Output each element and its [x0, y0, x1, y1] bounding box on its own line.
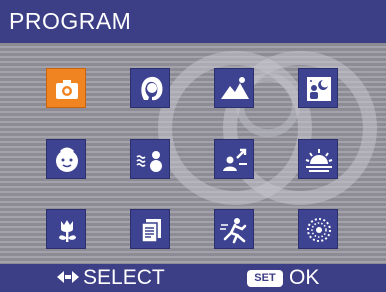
sports-icon — [223, 148, 247, 171]
landscape-icon — [221, 77, 249, 99]
title-bar: PROGRAM — [0, 0, 386, 43]
action-runner-icon — [220, 218, 247, 244]
text-icon — [141, 219, 161, 243]
mode-night-portrait[interactable] — [298, 68, 338, 108]
portrait-icon — [141, 76, 163, 101]
set-button-badge: SET — [247, 270, 283, 287]
night-portrait-icon — [307, 77, 331, 101]
mode-sports[interactable] — [214, 139, 254, 179]
mode-fireworks[interactable] — [298, 209, 338, 249]
mode-landscape[interactable] — [214, 68, 254, 108]
mode-macro[interactable] — [46, 209, 86, 249]
left-right-arrows-icon — [57, 271, 79, 283]
mode-child[interactable] — [46, 139, 86, 179]
mode-text[interactable] — [130, 209, 170, 249]
select-hint-label: SELECT — [83, 266, 165, 289]
camera-program-screen: PROGRAM SELECT SET OK — [0, 0, 386, 292]
snow-icon — [136, 151, 162, 172]
camera-icon — [56, 80, 78, 99]
child-icon — [56, 147, 78, 172]
mode-action[interactable] — [214, 209, 254, 249]
mode-snow[interactable] — [130, 139, 170, 179]
macro-flower-icon — [59, 220, 76, 242]
mode-program-auto[interactable] — [46, 68, 86, 108]
mode-sunset[interactable] — [298, 139, 338, 179]
ok-hint-label: OK — [289, 266, 320, 289]
sunset-icon — [305, 149, 333, 172]
fireworks-icon — [307, 218, 331, 242]
mode-portrait[interactable] — [130, 68, 170, 108]
page-title: PROGRAM — [9, 8, 132, 34]
